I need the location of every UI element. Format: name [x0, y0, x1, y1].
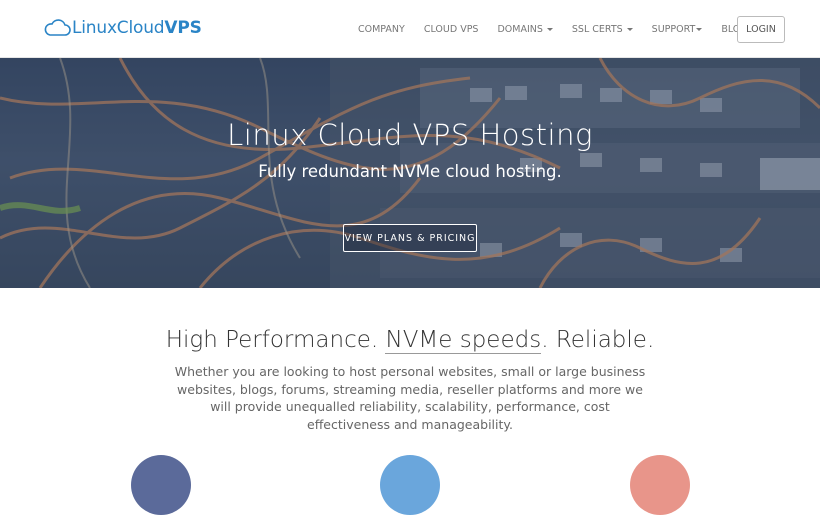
- nav-item-company[interactable]: Company: [358, 24, 405, 35]
- view-plans-button[interactable]: View Plans & Pricing: [343, 224, 477, 252]
- features-heading: High Performance. NVMe speeds. Reliable.: [165, 327, 655, 354]
- caret-down-icon: [546, 27, 553, 31]
- nav-item-ssl-certs[interactable]: SSL Certs: [572, 24, 633, 35]
- brand-logo[interactable]: LinuxCloudVPS: [44, 16, 202, 40]
- caret-down-icon: [696, 27, 703, 31]
- nav-menu: Company Cloud VPS Domains SSL Certs Supp…: [348, 0, 767, 58]
- cloud-icon: [44, 19, 71, 36]
- hero-banner: Linux Cloud VPS Hosting Fully redundant …: [0, 58, 820, 288]
- nav-item-cloud-vps[interactable]: Cloud VPS: [424, 24, 479, 35]
- nav-item-domains[interactable]: Domains: [497, 24, 553, 35]
- nvme-speeds-highlight: NVMe speeds: [385, 327, 542, 354]
- brand-name: LinuxCloudVPS: [72, 18, 202, 38]
- hero-subtitle: Fully redundant NVMe cloud hosting.: [258, 162, 562, 181]
- features-description: Whether you are looking to host personal…: [174, 364, 646, 432]
- feature-icon-circle-3: [630, 455, 690, 515]
- feature-icon-circle-2: [380, 455, 440, 515]
- hero-title: Linux Cloud VPS Hosting: [227, 118, 593, 152]
- login-button[interactable]: Login: [737, 16, 785, 43]
- top-navbar: LinuxCloudVPS Company Cloud VPS Domains …: [0, 0, 820, 58]
- nav-item-support[interactable]: Support: [652, 24, 703, 35]
- caret-down-icon: [626, 27, 633, 31]
- feature-icon-circle-1: [131, 455, 191, 515]
